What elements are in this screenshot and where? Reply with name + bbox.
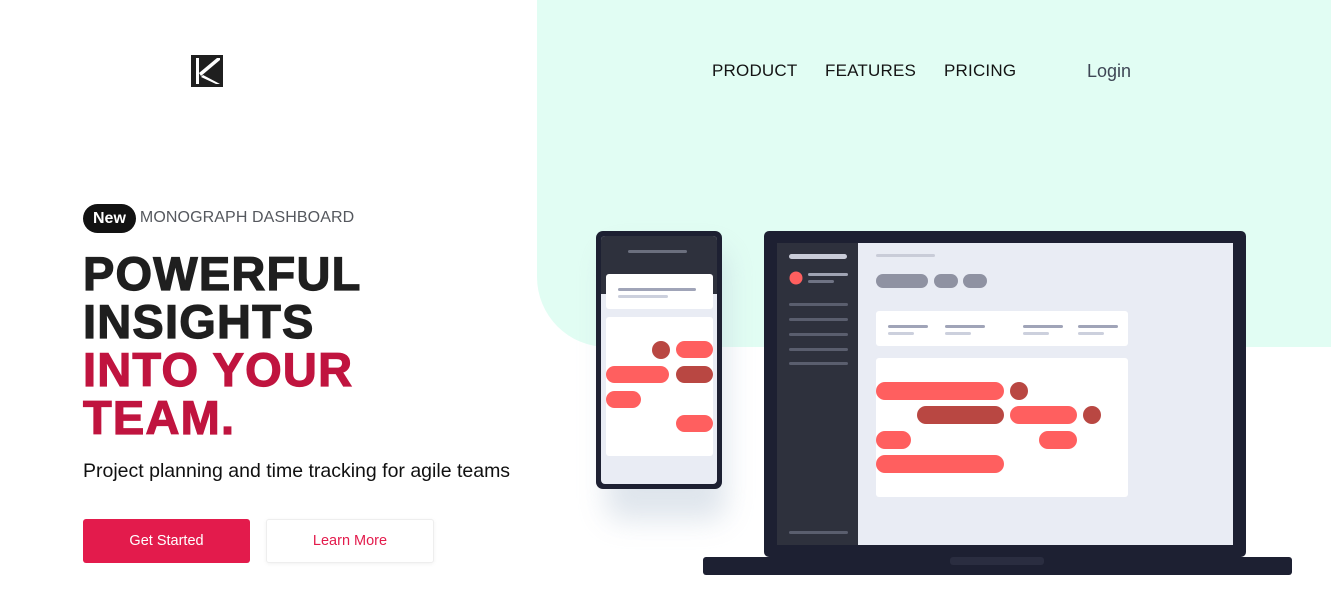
phone-mockup [596,231,726,520]
device-illustration [596,231,1292,575]
laptop-mockup [703,231,1292,575]
